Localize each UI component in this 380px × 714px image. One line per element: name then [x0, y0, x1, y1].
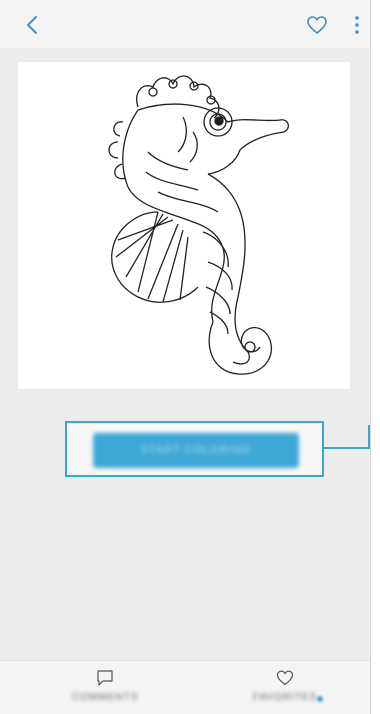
favorites-label: FAVORITES [252, 692, 318, 703]
comments-button[interactable]: COMMENTS [40, 669, 170, 713]
like-button[interactable] [306, 15, 328, 35]
app-screen: START COLORING COMMENTS FAVORITES [0, 0, 371, 714]
bottom-action-bar: COMMENTS FAVORITES [0, 660, 370, 714]
more-options-button[interactable] [352, 14, 362, 36]
notification-dot [317, 696, 323, 702]
favorites-button[interactable]: FAVORITES [220, 669, 350, 713]
more-vertical-icon [355, 16, 359, 34]
comment-icon [97, 670, 113, 686]
seahorse-illustration [108, 75, 290, 375]
start-coloring-button[interactable]: START COLORING [93, 433, 299, 468]
heart-outline-icon [276, 670, 294, 686]
callout-line [324, 447, 370, 449]
comments-label: COMMENTS [71, 692, 139, 703]
callout-line-vertical [368, 425, 370, 449]
back-button[interactable] [22, 14, 42, 36]
top-app-bar [0, 0, 370, 48]
chevron-left-icon [27, 16, 37, 34]
coloring-page-preview[interactable] [18, 62, 350, 389]
heart-outline-icon [307, 16, 327, 35]
